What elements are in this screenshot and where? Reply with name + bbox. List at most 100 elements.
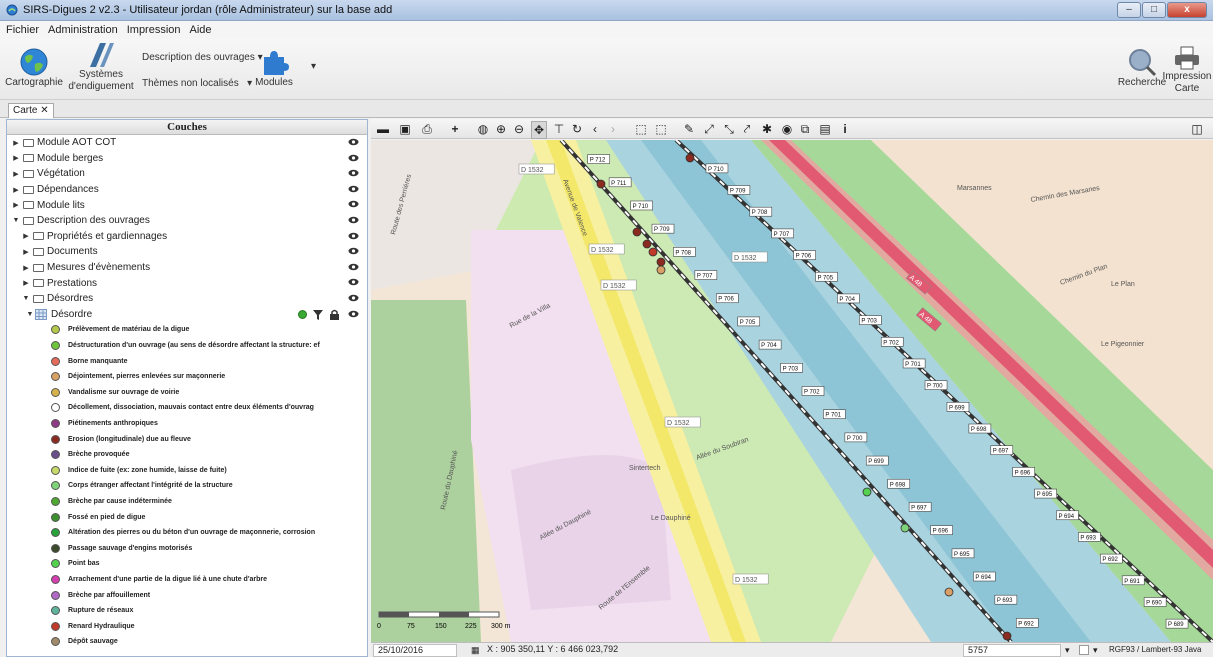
layer-group-row[interactable]: ▶ Mesures d'évènements: [7, 260, 367, 276]
legend-item[interactable]: Corps étranger affectant l'intégrité de …: [7, 478, 367, 494]
layer-group-row[interactable]: ▶ Végétation: [7, 166, 367, 182]
visibility-eye-icon[interactable]: [348, 232, 359, 240]
expand-arrow-icon[interactable]: ▶: [21, 279, 31, 287]
desordre-point[interactable]: [1002, 631, 1012, 641]
export-icon[interactable]: ▤: [817, 121, 833, 137]
close-window-button[interactable]: x: [1167, 2, 1207, 18]
visibility-eye-icon[interactable]: [348, 263, 359, 271]
layer-group-row[interactable]: ▶ Prestations: [7, 275, 367, 291]
pan-icon[interactable]: ✥: [531, 121, 547, 139]
menu-administration[interactable]: Administration: [48, 24, 118, 36]
legend-item[interactable]: Erosion (longitudinale) due au fleuve: [7, 431, 367, 447]
recherche-button[interactable]: Recherche: [1118, 47, 1166, 89]
print-icon[interactable]: ⎙: [419, 121, 435, 137]
visibility-eye-icon[interactable]: [348, 185, 359, 193]
legend-item[interactable]: Déstructuration d'un ouvrage (au sens de…: [7, 338, 367, 354]
layer-group-row[interactable]: ▼ Description des ouvrages: [7, 213, 367, 229]
pin-icon[interactable]: ⊤: [551, 121, 567, 137]
expand-arrow-icon[interactable]: ▶: [11, 201, 21, 209]
menu-aide[interactable]: Aide: [190, 24, 212, 36]
legend-item[interactable]: Dépôt sauvage: [7, 634, 367, 650]
visibility-eye-icon[interactable]: [348, 200, 359, 208]
impression-carte-button[interactable]: Impression Carte: [1163, 45, 1211, 95]
tab-carte[interactable]: Carte ✕: [8, 103, 54, 118]
expand-arrow-icon[interactable]: ▶: [11, 170, 21, 178]
visibility-eye-icon[interactable]: [348, 138, 359, 146]
legend-item[interactable]: Brèche provoquée: [7, 447, 367, 463]
lock-icon[interactable]: [330, 309, 339, 320]
desordre-point[interactable]: [900, 523, 910, 533]
split-panel-icon[interactable]: ◫: [1189, 121, 1205, 137]
expand-arrow-icon[interactable]: ▶: [21, 248, 31, 256]
desordre-point[interactable]: [596, 179, 606, 189]
info-icon[interactable]: i: [837, 121, 853, 137]
open-folder-icon[interactable]: ▬: [375, 121, 391, 137]
expand-arrow-icon[interactable]: ▼: [25, 311, 35, 318]
add-layer-icon[interactable]: +: [447, 121, 463, 137]
visibility-eye-icon[interactable]: [348, 294, 359, 302]
legend-item[interactable]: Point bas: [7, 556, 367, 572]
desordre-point[interactable]: [648, 247, 658, 257]
layer-style-icon[interactable]: [298, 309, 307, 319]
zoom-in-icon[interactable]: ⊕: [493, 121, 509, 137]
systemes-endiguement-button[interactable]: Systèmes d'endiguement: [68, 41, 134, 93]
legend-item[interactable]: Renard Hydraulique: [7, 618, 367, 634]
save-icon[interactable]: ▣: [397, 121, 413, 137]
pencil-icon[interactable]: ✎: [681, 121, 697, 137]
description-ouvrages-menu[interactable]: Description des ouvrages ▾: [142, 52, 263, 63]
map-canvas[interactable]: D 1532D 1532D 1532D 1532D 1532D 1532Rue …: [371, 140, 1213, 642]
legend-item[interactable]: Passage sauvage d'engins motorisés: [7, 540, 367, 556]
desordre-point[interactable]: [642, 239, 652, 249]
legend-item[interactable]: Fossé en pied de digue: [7, 509, 367, 525]
desordre-point[interactable]: [632, 227, 642, 237]
select-layer-icon[interactable]: ⬚: [653, 121, 669, 137]
desordre-point[interactable]: [944, 587, 954, 597]
expand-arrow-icon[interactable]: ▶: [21, 232, 31, 240]
legend-item[interactable]: Vandalisme sur ouvrage de voirie: [7, 385, 367, 401]
visibility-eye-icon[interactable]: [348, 154, 359, 162]
maximize-button[interactable]: □: [1142, 2, 1166, 18]
zoom-out-icon[interactable]: ⊖: [511, 121, 527, 137]
chevron-down-icon[interactable]: ▾: [1093, 645, 1098, 656]
filter-icon[interactable]: [313, 309, 323, 320]
previous-extent-icon[interactable]: ‹: [587, 121, 603, 137]
layer-group-row[interactable]: ▶ Dépendances: [7, 182, 367, 198]
expand-arrow-icon[interactable]: ▶: [11, 186, 21, 194]
close-icon[interactable]: ✕: [40, 105, 48, 116]
measure-point-icon[interactable]: ⤡: [721, 121, 737, 137]
legend-item[interactable]: Brèche par cause indéterminée: [7, 494, 367, 510]
visibility-eye-icon[interactable]: [348, 247, 359, 255]
legend-item[interactable]: Indice de fuite (ex: zone humide, laisse…: [7, 462, 367, 478]
expand-arrow-icon[interactable]: ▶: [21, 264, 31, 272]
asterisk-icon[interactable]: ✱: [759, 121, 775, 137]
themes-non-localises-menu[interactable]: Thèmes non localisés ▾: [142, 78, 252, 89]
desordre-point[interactable]: [862, 487, 872, 497]
legend-item[interactable]: Piétinements anthropiques: [7, 416, 367, 432]
expand-arrow-icon[interactable]: ▶: [11, 154, 21, 162]
chevron-down-icon[interactable]: ▾: [1065, 645, 1070, 656]
globe-tool-icon[interactable]: ◍: [475, 121, 491, 137]
modules-dropdown-arrow[interactable]: ▾: [311, 61, 316, 72]
measure-line-icon[interactable]: ⤢: [701, 121, 717, 137]
layer-group-row[interactable]: ▶ Documents: [7, 244, 367, 260]
modules-button[interactable]: Modules: [252, 47, 296, 89]
refresh-icon[interactable]: ↻: [569, 121, 585, 137]
legend-item[interactable]: Déjointement, pierres enlevées sur maçon…: [7, 369, 367, 385]
legend-item[interactable]: Borne manquante: [7, 353, 367, 369]
expand-arrow-icon[interactable]: ▼: [11, 217, 21, 224]
legend-item[interactable]: Décollement, dissociation, mauvais conta…: [7, 400, 367, 416]
scale-input[interactable]: 5757: [963, 644, 1061, 657]
minimize-button[interactable]: –: [1117, 2, 1141, 18]
legend-item[interactable]: Brèche par affouillement: [7, 587, 367, 603]
crs-checkbox[interactable]: [1079, 645, 1089, 655]
expand-arrow-icon[interactable]: ▼: [21, 295, 31, 302]
layer-group-row[interactable]: ▶ Propriétés et gardiennages: [7, 229, 367, 245]
legend-item[interactable]: Rupture de réseaux: [7, 603, 367, 619]
layer-group-row[interactable]: ▼ Désordres: [7, 291, 367, 307]
legend-item[interactable]: Prélèvement de matériau de la digue: [7, 322, 367, 338]
visibility-eye-icon[interactable]: [348, 278, 359, 286]
legend-item[interactable]: Arrachement d'une partie de la digue lié…: [7, 572, 367, 588]
target-icon[interactable]: ◉: [779, 121, 795, 137]
expand-arrow-icon[interactable]: ▶: [11, 139, 21, 147]
desordre-point[interactable]: [656, 257, 666, 267]
